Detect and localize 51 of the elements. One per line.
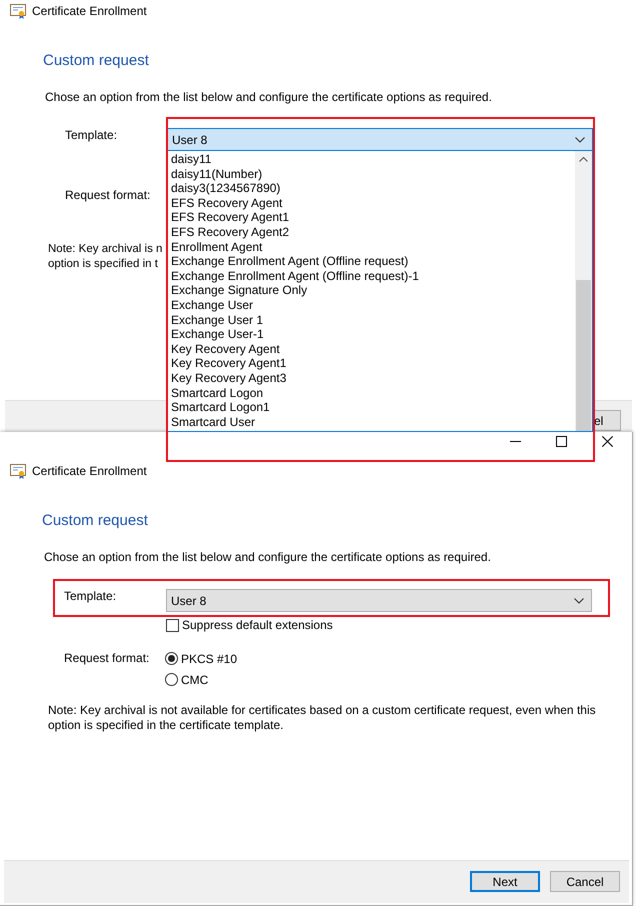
dropdown-option[interactable]: Exchange Enrollment Agent (Offline request) [168, 254, 575, 269]
dropdown-option[interactable]: daisy11 [168, 152, 575, 167]
radio-label[interactable]: CMC [181, 672, 208, 686]
dropdown-option[interactable]: Key Recovery Agent3 [168, 370, 575, 386]
close-icon [602, 436, 612, 446]
dropdown-option[interactable]: Smartcard Logon1 [168, 400, 575, 415]
radio-button[interactable] [165, 652, 178, 665]
scrollbar-thumb[interactable] [576, 280, 591, 431]
checkbox[interactable] [166, 618, 179, 632]
field-label: Template: [65, 128, 118, 143]
section-heading: Custom request [43, 51, 149, 71]
dropdown-option[interactable]: Exchange Enrollment Agent (Offline request)-1 [168, 268, 575, 284]
dropdown-option[interactable]: daisy11(Number) [168, 166, 575, 182]
chevron-down-icon [574, 598, 584, 604]
dropdown-option[interactable]: Exchange User 1 [168, 312, 575, 328]
instruction-text: Chose an option from the list below and configure the certificate options as required. [44, 549, 491, 565]
minimize-icon [510, 440, 520, 442]
section-heading: Custom request [42, 511, 148, 531]
dropdown-option[interactable]: Enrollment Agent [168, 240, 575, 254]
maximize-icon [556, 436, 566, 446]
template-dropdown[interactable]: User 8 [167, 128, 593, 151]
chevron-down-icon [575, 136, 585, 142]
dropdown-option[interactable]: daisy3(1234567890) [168, 181, 575, 196]
dropdown-option[interactable]: Exchange User [168, 298, 575, 313]
window-title: Certificate Enrollment [32, 463, 147, 479]
checkbox-label[interactable]: Suppress default extensions [182, 618, 333, 632]
dropdown-option[interactable]: EFS Recovery Agent1 [168, 210, 575, 225]
note-text: Note: Key archival is not available for certificates based on a custom certificate request, even when this option is specified in the certificate template. [48, 703, 596, 733]
dropdown-option[interactable]: EFS Recovery Agent2 [168, 224, 575, 240]
field-label: Request format: [65, 188, 150, 203]
instruction-text: Chose an option from the list below and configure the certificate options as required. [45, 89, 492, 105]
radio-button[interactable] [165, 673, 178, 686]
dropdown-option[interactable]: Key Recovery Agent1 [168, 356, 575, 371]
window-title: Certificate Enrollment [32, 3, 147, 19]
dropdown-option[interactable]: Exchange Signature Only [168, 283, 575, 298]
dropdown-option[interactable]: EFS Recovery Agent [168, 196, 575, 210]
dropdown-option[interactable]: Key Recovery Agent [168, 342, 575, 356]
radio-label[interactable]: PKCS #10 [181, 652, 238, 666]
dropdown-option[interactable]: Smartcard Logon [168, 386, 575, 400]
dialog-button[interactable]: Cancel [550, 871, 620, 892]
chevron-up-icon[interactable] [579, 157, 588, 162]
note-text: Note: Key archival is n option is specified in t [48, 242, 162, 272]
dialog-button[interactable]: Next [470, 871, 540, 892]
scrollbar-track[interactable] [575, 151, 592, 431]
template-dropdown[interactable]: User 8 [166, 589, 592, 612]
dropdown-option[interactable]: Smartcard User [168, 414, 575, 430]
field-label: Request format: [64, 651, 150, 666]
dropdown-option[interactable]: Exchange User-1 [168, 327, 575, 342]
certificate-icon [10, 464, 26, 478]
field-label: Template: [64, 589, 118, 604]
certificate-icon [10, 4, 26, 18]
